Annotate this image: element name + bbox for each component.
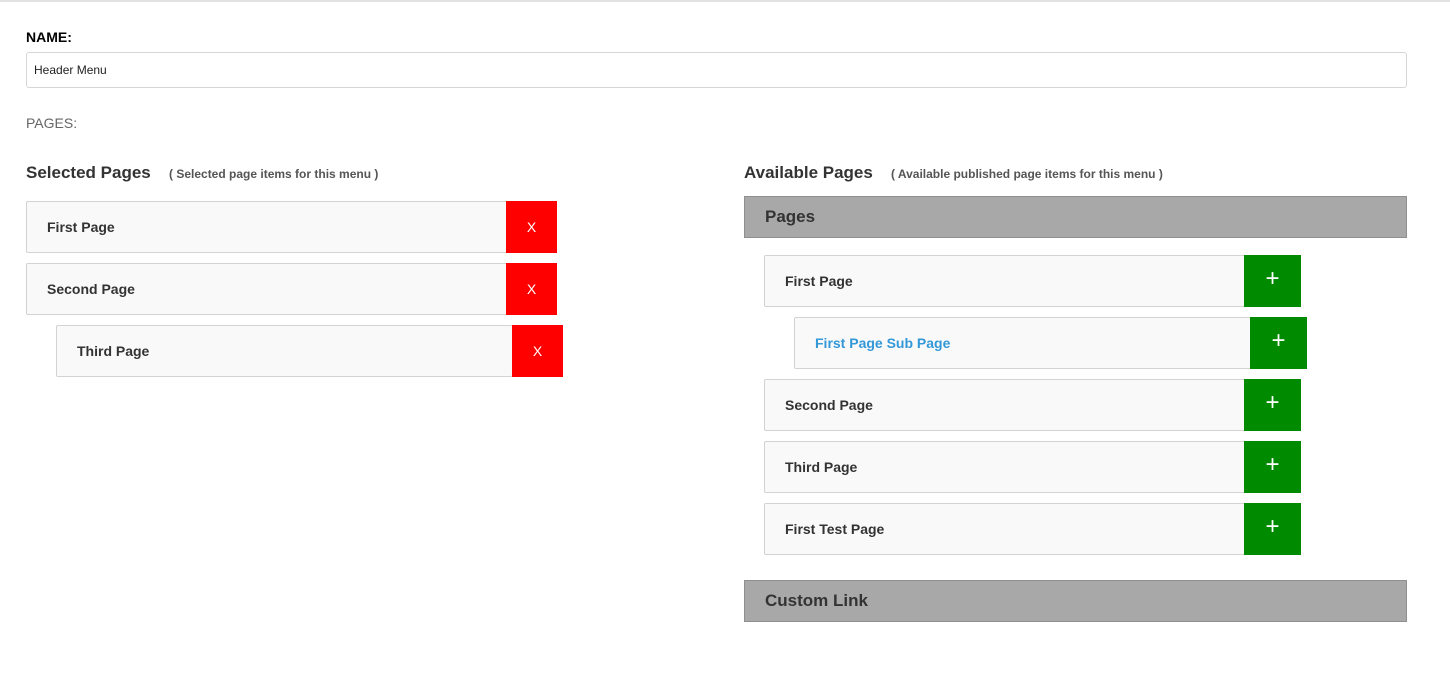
available-pages-title: Available Pages (744, 163, 873, 182)
available-item-third-page[interactable]: Third Page (764, 441, 1245, 493)
add-first-test-page-button[interactable]: + (1244, 503, 1301, 555)
menu-name-input[interactable] (26, 52, 1407, 88)
selected-item-third-page[interactable]: Third Page (56, 325, 513, 377)
selected-pages-note: ( Selected page items for this menu ) (169, 167, 379, 181)
pages-label: PAGES: (26, 115, 78, 131)
top-divider (0, 0, 1450, 2)
available-item-second-page[interactable]: Second Page (764, 379, 1245, 431)
remove-first-page-button[interactable]: X (506, 201, 557, 253)
remove-third-page-button[interactable]: X (512, 325, 563, 377)
available-item-first-page-sub-page[interactable]: First Page Sub Page (794, 317, 1251, 369)
name-label: NAME: (26, 29, 72, 45)
add-second-page-button[interactable]: + (1244, 379, 1301, 431)
available-item-first-test-page[interactable]: First Test Page (764, 503, 1245, 555)
available-item-first-page[interactable]: First Page (764, 255, 1245, 307)
selected-pages-title: Selected Pages (26, 163, 151, 182)
add-first-page-button[interactable]: + (1244, 255, 1301, 307)
selected-item-second-page[interactable]: Second Page (26, 263, 507, 315)
remove-second-page-button[interactable]: X (506, 263, 557, 315)
add-third-page-button[interactable]: + (1244, 441, 1301, 493)
custom-link-group-header[interactable]: Custom Link (744, 580, 1407, 622)
add-first-page-sub-page-button[interactable]: + (1250, 317, 1307, 369)
selected-item-first-page[interactable]: First Page (26, 201, 507, 253)
pages-group-header[interactable]: Pages (744, 196, 1407, 238)
available-pages-note: ( Available published page items for thi… (891, 167, 1163, 181)
